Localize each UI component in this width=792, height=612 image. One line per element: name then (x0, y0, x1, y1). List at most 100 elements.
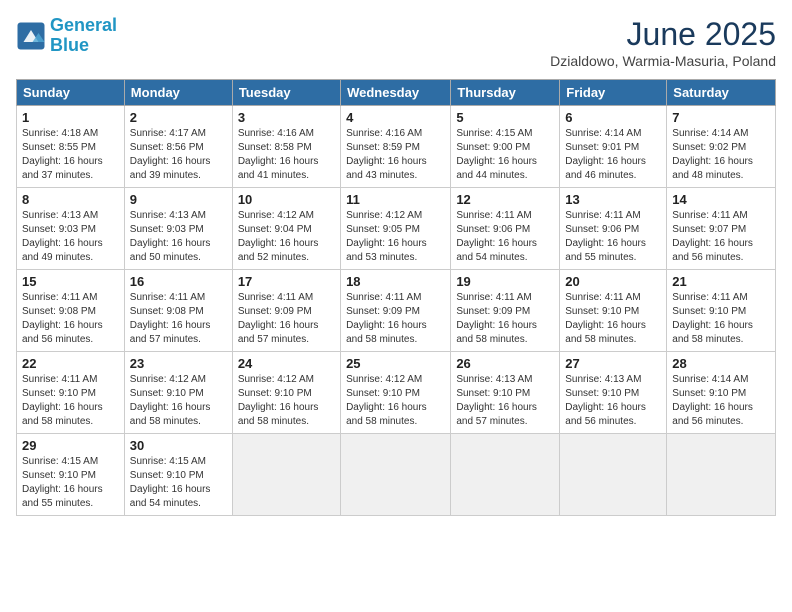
dow-header: Monday (124, 80, 232, 106)
month-title: June 2025 (550, 16, 776, 53)
day-info: Sunrise: 4:11 AM Sunset: 9:06 PM Dayligh… (456, 209, 554, 265)
day-info: Sunrise: 4:13 AM Sunset: 9:10 PM Dayligh… (565, 373, 661, 429)
calendar-week: 15 Sunrise: 4:11 AM Sunset: 9:08 PM Dayli… (17, 270, 776, 352)
day-number: 21 (672, 274, 770, 289)
calendar-cell: 26 Sunrise: 4:13 AM Sunset: 9:10 PM Dayli… (451, 352, 560, 434)
day-number: 9 (130, 192, 227, 207)
calendar-cell: 14 Sunrise: 4:11 AM Sunset: 9:07 PM Dayli… (667, 188, 776, 270)
header: General Blue June 2025 Dzialdowo, Warmia… (16, 16, 776, 69)
calendar-cell: 9Sunrise: 4:13 AM Sunset: 9:03 PM Daylig… (124, 188, 232, 270)
day-number: 13 (565, 192, 661, 207)
day-info: Sunrise: 4:11 AM Sunset: 9:09 PM Dayligh… (456, 291, 554, 347)
day-number: 25 (346, 356, 445, 371)
day-number: 15 (22, 274, 119, 289)
day-info: Sunrise: 4:12 AM Sunset: 9:10 PM Dayligh… (130, 373, 227, 429)
day-info: Sunrise: 4:16 AM Sunset: 8:59 PM Dayligh… (346, 127, 445, 183)
day-info: Sunrise: 4:14 AM Sunset: 9:10 PM Dayligh… (672, 373, 770, 429)
day-number: 10 (238, 192, 335, 207)
calendar-cell (667, 434, 776, 516)
calendar-week: 22 Sunrise: 4:11 AM Sunset: 9:10 PM Dayli… (17, 352, 776, 434)
calendar: SundayMondayTuesdayWednesdayThursdayFrid… (16, 79, 776, 516)
day-number: 12 (456, 192, 554, 207)
day-info: Sunrise: 4:13 AM Sunset: 9:10 PM Dayligh… (456, 373, 554, 429)
calendar-cell: 29 Sunrise: 4:15 AM Sunset: 9:10 PM Dayli… (17, 434, 125, 516)
calendar-cell: 6 Sunrise: 4:14 AM Sunset: 9:01 PM Daylig… (560, 106, 667, 188)
dow-header: Tuesday (232, 80, 340, 106)
day-number: 4 (346, 110, 445, 125)
logo-icon (16, 21, 46, 51)
day-info: Sunrise: 4:11 AM Sunset: 9:08 PM Dayligh… (22, 291, 119, 347)
calendar-cell: 11Sunrise: 4:12 AM Sunset: 9:05 PM Dayli… (341, 188, 451, 270)
calendar-cell: 18 Sunrise: 4:11 AM Sunset: 9:09 PM Dayli… (341, 270, 451, 352)
day-info: Sunrise: 4:11 AM Sunset: 9:10 PM Dayligh… (672, 291, 770, 347)
day-of-week-row: SundayMondayTuesdayWednesdayThursdayFrid… (17, 80, 776, 106)
calendar-cell: 3 Sunrise: 4:16 AM Sunset: 8:58 PM Daylig… (232, 106, 340, 188)
day-number: 3 (238, 110, 335, 125)
day-number: 7 (672, 110, 770, 125)
calendar-cell: 4 Sunrise: 4:16 AM Sunset: 8:59 PM Daylig… (341, 106, 451, 188)
day-number: 14 (672, 192, 770, 207)
day-number: 24 (238, 356, 335, 371)
dow-header: Saturday (667, 80, 776, 106)
day-info: Sunrise: 4:12 AM Sunset: 9:10 PM Dayligh… (346, 373, 445, 429)
day-number: 19 (456, 274, 554, 289)
day-info: Sunrise: 4:14 AM Sunset: 9:01 PM Dayligh… (565, 127, 661, 183)
day-info: Sunrise: 4:12 AM Sunset: 9:10 PM Dayligh… (238, 373, 335, 429)
day-info: Sunrise: 4:13 AM Sunset: 9:03 PM Dayligh… (22, 209, 119, 265)
day-number: 20 (565, 274, 661, 289)
calendar-cell: 12 Sunrise: 4:11 AM Sunset: 9:06 PM Dayli… (451, 188, 560, 270)
location: Dzialdowo, Warmia-Masuria, Poland (550, 53, 776, 69)
day-info: Sunrise: 4:16 AM Sunset: 8:58 PM Dayligh… (238, 127, 335, 183)
day-info: Sunrise: 4:15 AM Sunset: 9:10 PM Dayligh… (130, 455, 227, 511)
calendar-cell: 22 Sunrise: 4:11 AM Sunset: 9:10 PM Dayli… (17, 352, 125, 434)
day-number: 18 (346, 274, 445, 289)
calendar-cell: 7 Sunrise: 4:14 AM Sunset: 9:02 PM Daylig… (667, 106, 776, 188)
day-number: 17 (238, 274, 335, 289)
calendar-week: 1Sunrise: 4:18 AM Sunset: 8:55 PM Daylig… (17, 106, 776, 188)
dow-header: Wednesday (341, 80, 451, 106)
day-info: Sunrise: 4:11 AM Sunset: 9:10 PM Dayligh… (22, 373, 119, 429)
calendar-cell: 17 Sunrise: 4:11 AM Sunset: 9:09 PM Dayli… (232, 270, 340, 352)
day-number: 23 (130, 356, 227, 371)
day-info: Sunrise: 4:11 AM Sunset: 9:07 PM Dayligh… (672, 209, 770, 265)
day-number: 5 (456, 110, 554, 125)
dow-header: Friday (560, 80, 667, 106)
calendar-body: 1Sunrise: 4:18 AM Sunset: 8:55 PM Daylig… (17, 106, 776, 516)
calendar-cell: 15 Sunrise: 4:11 AM Sunset: 9:08 PM Dayli… (17, 270, 125, 352)
logo: General Blue (16, 16, 117, 56)
calendar-cell: 27 Sunrise: 4:13 AM Sunset: 9:10 PM Dayli… (560, 352, 667, 434)
day-info: Sunrise: 4:11 AM Sunset: 9:09 PM Dayligh… (346, 291, 445, 347)
page: General Blue June 2025 Dzialdowo, Warmia… (0, 0, 792, 612)
calendar-cell: 8 Sunrise: 4:13 AM Sunset: 9:03 PM Daylig… (17, 188, 125, 270)
day-number: 26 (456, 356, 554, 371)
day-info: Sunrise: 4:11 AM Sunset: 9:10 PM Dayligh… (565, 291, 661, 347)
calendar-cell (451, 434, 560, 516)
day-info: Sunrise: 4:15 AM Sunset: 9:10 PM Dayligh… (22, 455, 119, 511)
day-info: Sunrise: 4:14 AM Sunset: 9:02 PM Dayligh… (672, 127, 770, 183)
calendar-cell (232, 434, 340, 516)
dow-header: Thursday (451, 80, 560, 106)
calendar-cell: 23 Sunrise: 4:12 AM Sunset: 9:10 PM Dayli… (124, 352, 232, 434)
day-number: 8 (22, 192, 119, 207)
logo-text: General Blue (50, 16, 117, 56)
calendar-cell: 2Sunrise: 4:17 AM Sunset: 8:56 PM Daylig… (124, 106, 232, 188)
calendar-cell: 16Sunrise: 4:11 AM Sunset: 9:08 PM Dayli… (124, 270, 232, 352)
day-number: 16 (130, 274, 227, 289)
calendar-cell: 21 Sunrise: 4:11 AM Sunset: 9:10 PM Dayli… (667, 270, 776, 352)
day-number: 29 (22, 438, 119, 453)
calendar-cell: 25 Sunrise: 4:12 AM Sunset: 9:10 PM Dayli… (341, 352, 451, 434)
day-number: 6 (565, 110, 661, 125)
day-number: 2 (130, 110, 227, 125)
day-info: Sunrise: 4:11 AM Sunset: 9:06 PM Dayligh… (565, 209, 661, 265)
calendar-cell: 30Sunrise: 4:15 AM Sunset: 9:10 PM Dayli… (124, 434, 232, 516)
day-number: 27 (565, 356, 661, 371)
calendar-cell: 20 Sunrise: 4:11 AM Sunset: 9:10 PM Dayli… (560, 270, 667, 352)
calendar-cell (341, 434, 451, 516)
calendar-cell: 5Sunrise: 4:15 AM Sunset: 9:00 PM Daylig… (451, 106, 560, 188)
day-number: 1 (22, 110, 119, 125)
day-number: 22 (22, 356, 119, 371)
calendar-cell (560, 434, 667, 516)
day-number: 28 (672, 356, 770, 371)
day-info: Sunrise: 4:12 AM Sunset: 9:05 PM Dayligh… (346, 209, 445, 265)
day-info: Sunrise: 4:11 AM Sunset: 9:09 PM Dayligh… (238, 291, 335, 347)
